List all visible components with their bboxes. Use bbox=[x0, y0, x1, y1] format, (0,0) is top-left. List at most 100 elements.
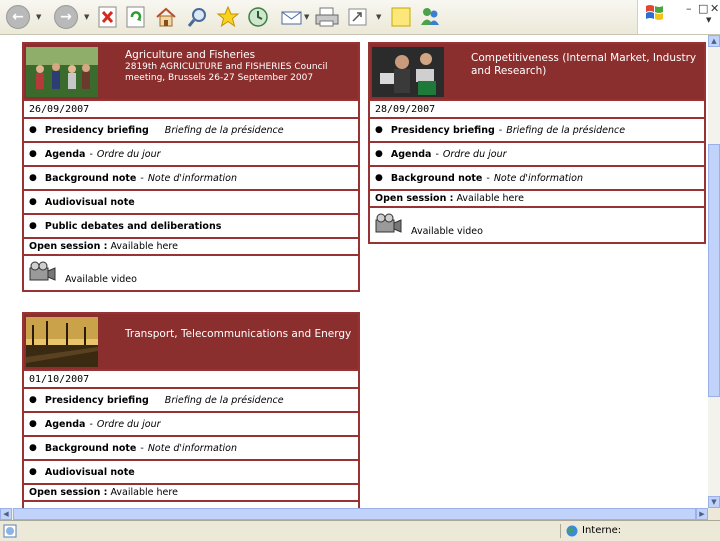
mail-button[interactable] bbox=[280, 5, 304, 29]
agenda-fr-link[interactable]: Ordre du jour bbox=[97, 149, 161, 160]
open-session-label: Open session : bbox=[29, 487, 108, 498]
presidency-briefing-row: ● Presidency briefing - Briefing de la p… bbox=[370, 117, 704, 141]
mail-dropdown[interactable]: ▼ bbox=[304, 5, 309, 29]
audiovisual-note-row: ● Audiovisual note bbox=[24, 189, 358, 213]
available-video-link[interactable]: Available video bbox=[65, 274, 137, 285]
notes-button[interactable] bbox=[390, 5, 412, 29]
public-debates-link[interactable]: Public debates and deliberations bbox=[45, 221, 222, 232]
search-icon bbox=[187, 8, 206, 27]
window-controls: – □ ✕ ▼ bbox=[637, 0, 720, 34]
audiovisual-note-link[interactable]: Audiovisual note bbox=[45, 467, 135, 478]
messenger-icon bbox=[421, 8, 439, 25]
agenda-fr-link[interactable]: Ordre du jour bbox=[443, 149, 507, 160]
vertical-scrollbar[interactable]: ▲ ▼ bbox=[708, 35, 720, 508]
bullet-icon: ● bbox=[29, 467, 37, 477]
background-note-fr-link[interactable]: Note d'information bbox=[148, 173, 237, 184]
background-note-row: ● Background note - Note d'information bbox=[24, 435, 358, 459]
messenger-button[interactable] bbox=[418, 5, 442, 29]
public-debates-row: ● Public debates and deliberations bbox=[24, 213, 358, 237]
restore-button[interactable]: □ bbox=[698, 2, 708, 15]
agenda-link[interactable]: Agenda bbox=[391, 149, 432, 160]
background-note-link[interactable]: Background note bbox=[45, 443, 137, 454]
horizontal-scroll-thumb[interactable] bbox=[13, 508, 696, 520]
forward-icon: → bbox=[54, 5, 78, 29]
presidency-briefing-fr-link[interactable]: Briefing de la présidence bbox=[165, 125, 284, 136]
competitiveness-photo bbox=[372, 47, 444, 97]
favorites-star-icon bbox=[216, 6, 240, 28]
video-row: Available video bbox=[24, 254, 358, 290]
back-dropdown[interactable]: ▼ bbox=[36, 5, 41, 29]
open-session-row: Open session : Available here bbox=[24, 237, 358, 254]
scroll-right-button[interactable]: ▶ bbox=[696, 508, 708, 520]
video-row bbox=[24, 500, 358, 508]
history-button[interactable] bbox=[246, 5, 270, 29]
presidency-briefing-link[interactable]: Presidency briefing bbox=[391, 125, 495, 136]
background-note-link[interactable]: Background note bbox=[391, 173, 483, 184]
back-button[interactable]: ← bbox=[6, 5, 30, 29]
video-camera-icon[interactable] bbox=[28, 261, 56, 283]
refresh-button[interactable] bbox=[126, 5, 146, 29]
background-note-row: ● Background note - Note d'information bbox=[370, 165, 704, 189]
agenda-row: ● Agenda - Ordre du jour bbox=[24, 411, 358, 435]
open-session-link[interactable]: Available here bbox=[110, 487, 177, 498]
background-note-row: ● Background note - Note d'information bbox=[24, 165, 358, 189]
agenda-link[interactable]: Agenda bbox=[45, 419, 86, 430]
agriculture-photo bbox=[26, 47, 98, 97]
panel-title: Agriculture and Fisheries bbox=[125, 49, 256, 61]
close-button[interactable]: ✕ bbox=[710, 2, 719, 15]
panel-header: Agriculture and Fisheries 2819th AGRICUL… bbox=[24, 44, 358, 99]
presidency-briefing-fr-link[interactable]: Briefing de la présidence bbox=[165, 395, 284, 406]
panel-header: Competitiveness (Internal Market, Indust… bbox=[370, 44, 704, 99]
video-row: Available video bbox=[370, 206, 704, 242]
bullet-icon: ● bbox=[29, 395, 37, 405]
scrollbar-corner bbox=[708, 508, 720, 520]
background-note-fr-link[interactable]: Note d'information bbox=[148, 443, 237, 454]
menu-dropdown[interactable]: ▼ bbox=[706, 16, 711, 24]
open-session-label: Open session : bbox=[375, 193, 454, 204]
open-session-link[interactable]: Available here bbox=[456, 193, 523, 204]
page-viewport: Agriculture and Fisheries 2819th AGRICUL… bbox=[0, 35, 708, 508]
presidency-briefing-fr-link[interactable]: Briefing de la présidence bbox=[506, 125, 625, 136]
status-bar: Interne: bbox=[0, 520, 720, 541]
history-icon bbox=[248, 7, 268, 27]
audiovisual-note-link[interactable]: Audiovisual note bbox=[45, 197, 135, 208]
home-button[interactable] bbox=[154, 5, 178, 29]
bullet-icon: ● bbox=[29, 149, 37, 159]
edit-icon bbox=[348, 8, 367, 26]
print-button[interactable] bbox=[314, 5, 340, 29]
refresh-icon bbox=[126, 6, 145, 28]
open-session-link[interactable]: Available here bbox=[110, 241, 177, 252]
agenda-row: ● Agenda - Ordre du jour bbox=[24, 141, 358, 165]
bullet-icon: ● bbox=[29, 221, 37, 231]
edit-dropdown[interactable]: ▼ bbox=[376, 5, 381, 29]
presidency-briefing-link[interactable]: Presidency briefing bbox=[45, 125, 149, 136]
presidency-briefing-link[interactable]: Presidency briefing bbox=[45, 395, 149, 406]
background-note-fr-link[interactable]: Note d'information bbox=[494, 173, 583, 184]
forward-dropdown[interactable]: ▼ bbox=[84, 5, 89, 29]
vertical-scroll-thumb[interactable] bbox=[708, 144, 720, 397]
bullet-icon: ● bbox=[375, 149, 383, 159]
edit-button[interactable] bbox=[348, 5, 368, 29]
mail-icon bbox=[281, 11, 302, 25]
browser-toolbar: ← ▼ → ▼ ▼ ▼ – □ ✕ ▼ bbox=[0, 0, 720, 35]
minimize-button[interactable]: – bbox=[686, 2, 692, 15]
page-status-icon bbox=[3, 524, 17, 538]
audiovisual-note-row: ● Audiovisual note bbox=[24, 459, 358, 483]
favorites-button[interactable] bbox=[216, 5, 240, 29]
video-camera-icon[interactable] bbox=[374, 213, 402, 235]
agenda-fr-link[interactable]: Ordre du jour bbox=[97, 419, 161, 430]
background-note-link[interactable]: Background note bbox=[45, 173, 137, 184]
scroll-down-button[interactable]: ▼ bbox=[708, 496, 720, 508]
agenda-link[interactable]: Agenda bbox=[45, 149, 86, 160]
presidency-briefing-row: ● Presidency briefing Briefing de la pré… bbox=[24, 117, 358, 141]
council-panel-transport: Transport, Telecommunications and Energy… bbox=[22, 312, 360, 508]
security-zone-label: Interne: bbox=[582, 525, 622, 536]
forward-button[interactable]: → bbox=[54, 5, 78, 29]
horizontal-scrollbar[interactable]: ◀ ▶ bbox=[0, 508, 708, 520]
scroll-left-button[interactable]: ◀ bbox=[0, 508, 12, 520]
available-video-link[interactable]: Available video bbox=[411, 226, 483, 237]
stop-button[interactable] bbox=[98, 5, 118, 29]
bullet-icon: ● bbox=[29, 197, 37, 207]
search-button[interactable] bbox=[186, 5, 210, 29]
scroll-up-button[interactable]: ▲ bbox=[708, 35, 720, 47]
